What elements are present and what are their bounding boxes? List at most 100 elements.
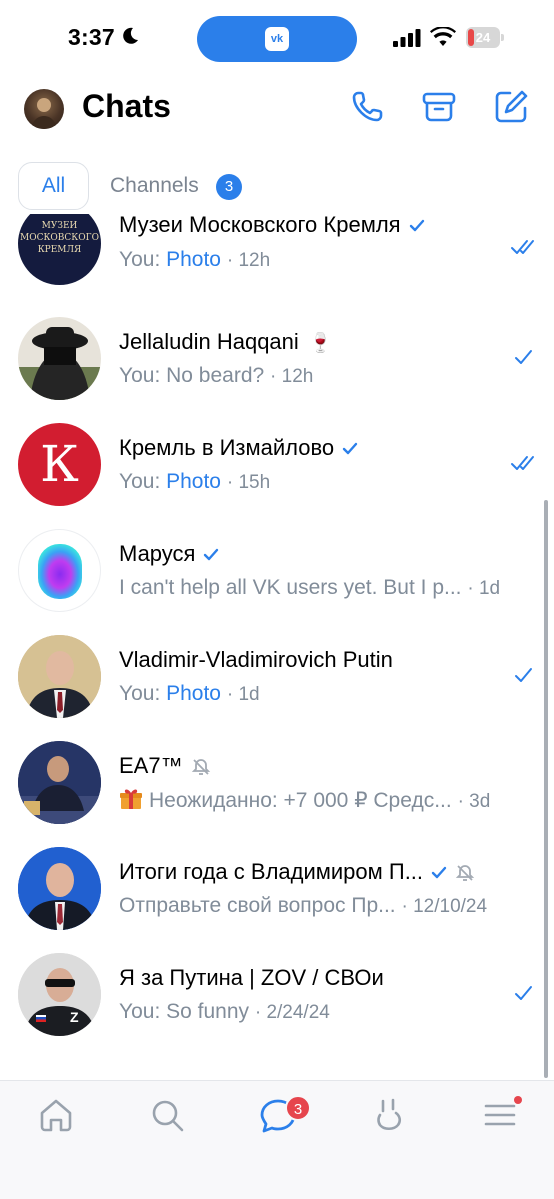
chat-time: · 3d bbox=[457, 791, 491, 812]
search-icon bbox=[152, 1100, 184, 1132]
avatar bbox=[18, 741, 101, 824]
chat-name-text: Маруся bbox=[119, 541, 196, 566]
chat-name: Маруся bbox=[119, 541, 219, 567]
status-bar: 3:37 vk 24 bbox=[0, 0, 554, 76]
chat-row-kremlin-izmailovo[interactable]: К Кремль в Измайлово You: Photo · 15h bbox=[0, 418, 554, 524]
battery-level: 24 bbox=[475, 30, 491, 45]
double-check-icon bbox=[511, 240, 534, 254]
chat-name-text: EA7™ bbox=[119, 753, 183, 778]
muted-icon bbox=[191, 759, 210, 776]
wine-glass-icon: 🍷 bbox=[308, 333, 333, 354]
chat-name: Итоги года с Владимиром П... bbox=[119, 859, 475, 885]
chat-last-message: You: No beard? · 12h bbox=[119, 364, 313, 388]
moon-icon bbox=[123, 27, 138, 44]
archive-icon bbox=[422, 92, 456, 122]
cellular-signal-icon bbox=[393, 29, 421, 47]
channels-count-badge: 3 bbox=[216, 174, 242, 200]
chat-name: Jellaludin Haqqani 🍷 bbox=[119, 329, 332, 355]
wifi-icon bbox=[430, 27, 456, 46]
message-prefix: You: bbox=[119, 248, 167, 271]
chat-name-text: Музеи Московского Кремля bbox=[119, 214, 401, 237]
chat-name: EA7™ bbox=[119, 753, 211, 779]
message-prefix: You: bbox=[119, 682, 167, 705]
menu-notification-dot bbox=[514, 1096, 522, 1104]
chat-last-message: You: Photo · 1d bbox=[119, 682, 260, 706]
message-prefix: You: bbox=[119, 470, 167, 493]
muted-icon bbox=[455, 865, 475, 882]
chat-name: Vladimir-Vladimirovich Putin bbox=[119, 647, 393, 672]
chat-row-jellaludin[interactable]: Jellaludin Haqqani 🍷 You: No beard? · 12h bbox=[0, 312, 554, 418]
battery-icon: 24 bbox=[466, 27, 504, 48]
profile-avatar[interactable] bbox=[24, 89, 64, 129]
chat-last-message: You: Photo · 12h bbox=[119, 248, 270, 272]
chat-time: · 1d bbox=[226, 684, 260, 705]
chat-time: · 12h bbox=[226, 250, 271, 271]
avatar bbox=[18, 317, 101, 400]
verified-icon bbox=[409, 219, 424, 232]
tab-search[interactable] bbox=[147, 1095, 187, 1135]
avatar: К bbox=[18, 423, 101, 506]
verified-icon bbox=[342, 442, 358, 455]
check-icon bbox=[515, 986, 532, 1000]
chat-time: · 12/10/24 bbox=[401, 896, 488, 917]
tab-clips[interactable] bbox=[369, 1095, 409, 1135]
chat-time: · 2/24/24 bbox=[254, 1002, 330, 1023]
message-text: I can't help all VK users yet. But I p..… bbox=[119, 576, 462, 599]
chat-last-message: I can't help all VK users yet. But I p..… bbox=[119, 576, 500, 600]
status-time: 3:37 bbox=[68, 24, 115, 50]
verified-icon bbox=[431, 866, 447, 879]
chat-list: МУЗЕИ МОСКОВСКОГО КРЕМЛЯ Музеи Московско… bbox=[0, 214, 554, 1080]
message-text: Неожиданно: +7 000 ₽ Средс... bbox=[149, 789, 452, 812]
message-text: You: No beard? bbox=[119, 364, 265, 387]
avatar-text: МУЗЕИ bbox=[41, 221, 78, 231]
chat-name-text: Кремль в Измайлово bbox=[119, 435, 335, 460]
gift-icon bbox=[120, 789, 142, 809]
chat-row-vladimir-putin[interactable]: Vladimir-Vladimirovich Putin You: Photo … bbox=[0, 630, 554, 736]
messages-unread-badge: 3 bbox=[285, 1095, 311, 1121]
archive-button[interactable] bbox=[420, 88, 458, 126]
avatar bbox=[18, 529, 101, 612]
chat-time: · 15h bbox=[226, 472, 271, 493]
avatar-text: Z bbox=[70, 1009, 79, 1025]
chat-last-message: Отправьте свой вопрос Пр... · 12/10/24 bbox=[119, 894, 487, 918]
page-title: Chats bbox=[82, 88, 171, 124]
chat-row-itogi-goda[interactable]: Итоги года с Владимиром П... Отправьте с… bbox=[0, 842, 554, 948]
chat-row-kremlin-museums[interactable]: МУЗЕИ МОСКОВСКОГО КРЕМЛЯ Музеи Московско… bbox=[0, 214, 554, 312]
message-attachment: Photo bbox=[166, 248, 221, 271]
avatar-text: МОСКОВСКОГО bbox=[19, 233, 99, 243]
home-icon bbox=[40, 1099, 72, 1132]
compose-button[interactable] bbox=[492, 88, 530, 126]
avatar bbox=[18, 635, 101, 718]
vk-logo-icon: vk bbox=[265, 27, 289, 51]
chat-last-message: Неожиданно: +7 000 ₽ Средс... · 3d bbox=[119, 788, 490, 813]
tab-all[interactable]: All bbox=[18, 162, 89, 210]
message-attachment: Photo bbox=[166, 470, 221, 493]
tab-channels[interactable]: Channels bbox=[110, 162, 199, 210]
chat-time: · 12h bbox=[270, 366, 314, 387]
avatar-text: КРЕМЛЯ bbox=[37, 245, 82, 255]
clips-icon bbox=[377, 1098, 402, 1131]
check-icon bbox=[515, 668, 532, 682]
message-text: Отправьте свой вопрос Пр... bbox=[119, 894, 396, 917]
chat-name: Музеи Московского Кремля bbox=[119, 214, 425, 238]
header: Chats bbox=[0, 76, 554, 140]
chat-row-za-putina[interactable]: Z Я за Путина | ZOV / СВОи You: So funny… bbox=[0, 948, 554, 1054]
avatar: Z bbox=[18, 953, 101, 1036]
chat-name: Я за Путина | ZOV / СВОи bbox=[119, 965, 384, 990]
chat-last-message: You: Photo · 15h bbox=[119, 470, 270, 494]
chat-last-message: You: So funny · 2/24/24 bbox=[119, 1000, 330, 1024]
chat-name: Кремль в Измайлово bbox=[119, 435, 358, 461]
bottom-tab-bar: 3 bbox=[0, 1080, 554, 1199]
call-button[interactable] bbox=[348, 88, 386, 126]
check-icon bbox=[515, 350, 532, 364]
chat-row-marusya[interactable]: Маруся I can't help all VK users yet. Bu… bbox=[0, 524, 554, 630]
tab-home[interactable] bbox=[36, 1095, 76, 1135]
chat-name-text: Итоги года с Владимиром П... bbox=[119, 859, 424, 884]
verified-icon bbox=[204, 548, 219, 561]
scroll-indicator[interactable] bbox=[544, 500, 548, 1078]
message-attachment: Photo bbox=[166, 682, 221, 705]
phone-icon bbox=[352, 91, 383, 122]
chat-row-ea7[interactable]: EA7™ Неожиданно: +7 000 ₽ Средс... · 3d bbox=[0, 736, 554, 842]
chat-time: · 1d bbox=[467, 578, 501, 599]
filter-tabs: All Channels 3 bbox=[0, 162, 554, 214]
